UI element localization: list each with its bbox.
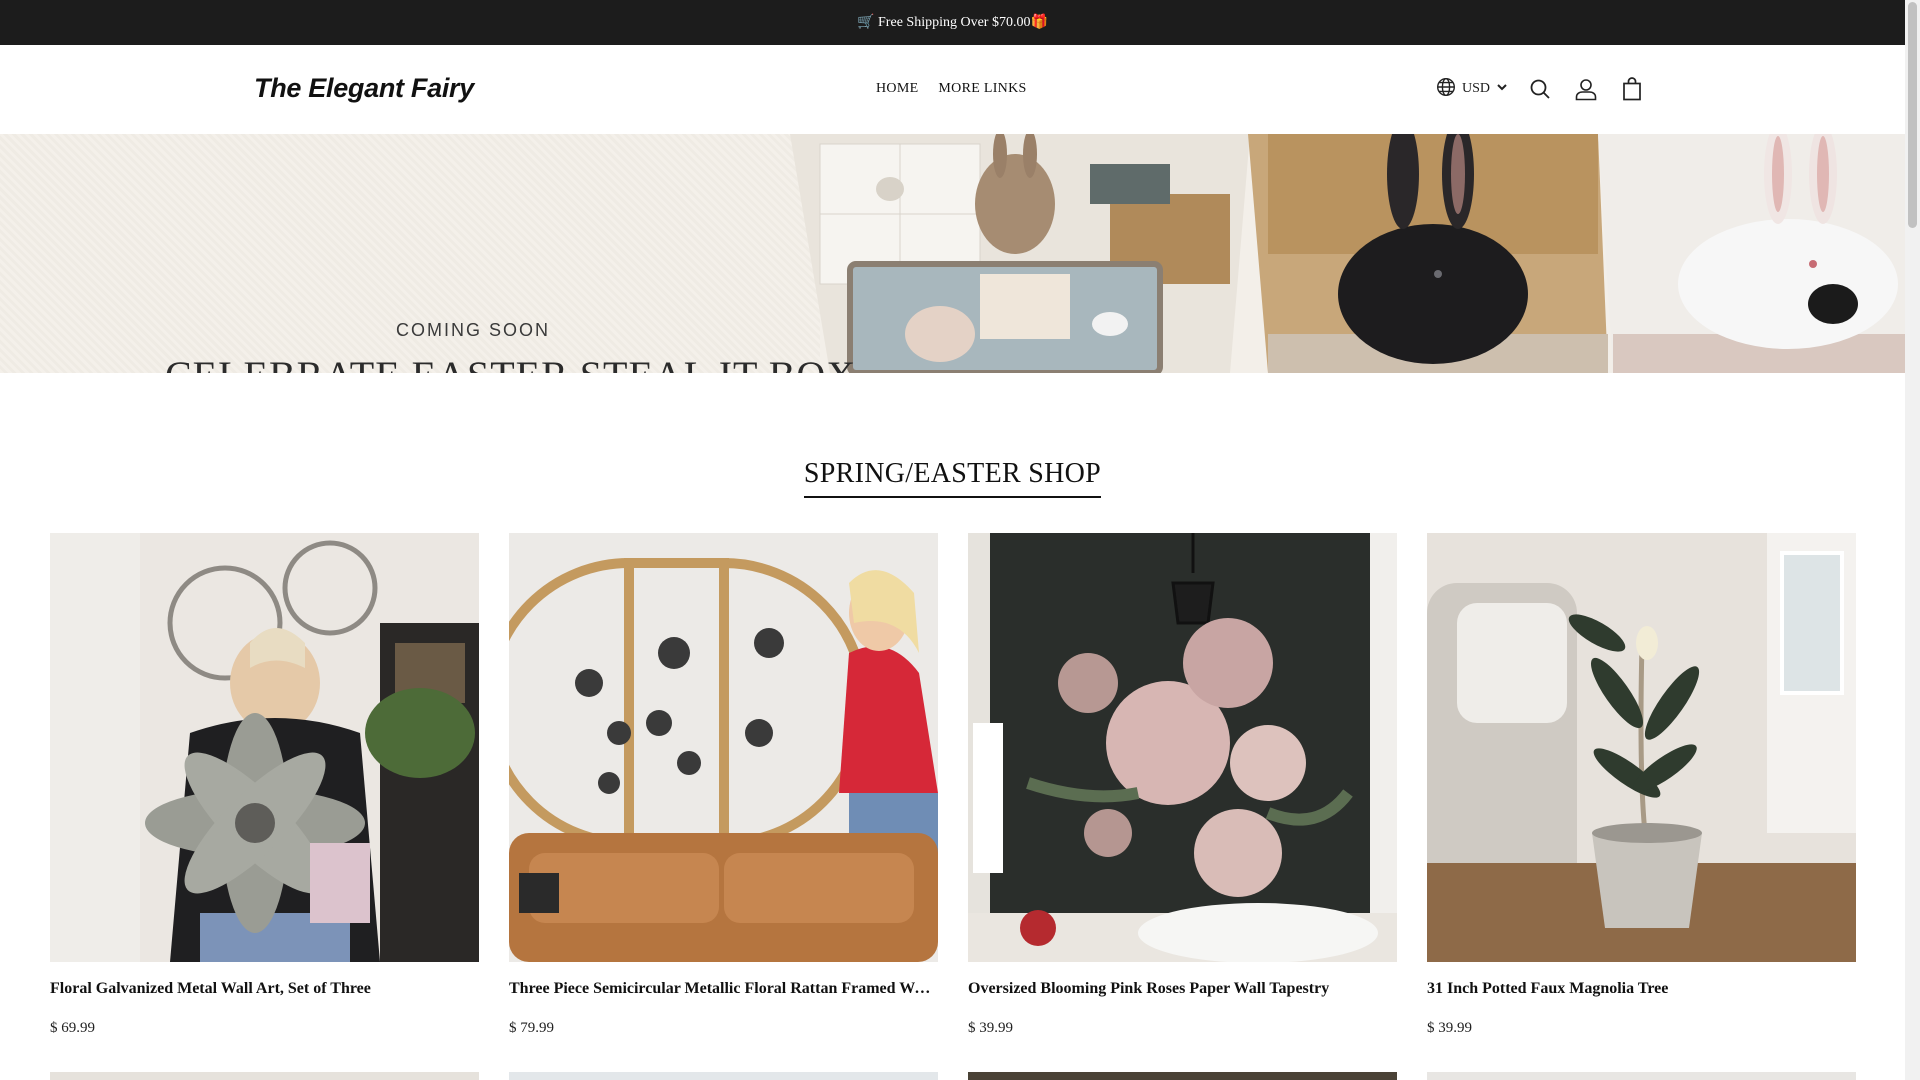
product-image[interactable]: [968, 533, 1397, 962]
page-scrollbar[interactable]: [1905, 0, 1920, 1080]
globe-icon: [1436, 77, 1456, 102]
scrollbar-thumb[interactable]: [1908, 2, 1917, 228]
section-title: SPRING/EASTER SHOP: [803, 458, 1102, 498]
hero-photo-white-rabbit: [1598, 134, 1905, 373]
product-image[interactable]: [1427, 533, 1856, 962]
currency-label: USD: [1462, 81, 1491, 96]
nav-more-links[interactable]: MORE LINKS: [938, 81, 1026, 97]
hero-headline: CELEBRATE EASTER STEAL IT BOX: [165, 352, 856, 373]
main-nav: HOME MORE LINKS: [876, 81, 1027, 97]
nav-home[interactable]: HOME: [876, 81, 918, 97]
product-card[interactable]: 31 Inch Potted Faux Magnolia Tree $ 39.9…: [1427, 533, 1856, 1037]
header-tools: USD: [1436, 75, 1646, 103]
store-logo[interactable]: The Elegant Fairy: [254, 73, 474, 104]
product-card[interactable]: Three Piece Semicircular Metallic Floral…: [509, 533, 938, 1037]
product-card-peek[interactable]: [1427, 1072, 1856, 1080]
currency-selector[interactable]: USD: [1436, 77, 1508, 102]
product-card-peek[interactable]: [968, 1072, 1397, 1080]
hero-photo-shelf-rabbit: [790, 134, 1250, 373]
chevron-down-icon: [1496, 81, 1508, 98]
product-title[interactable]: Floral Galvanized Metal Wall Art, Set of…: [50, 980, 479, 998]
product-title[interactable]: Three Piece Semicircular Metallic Floral…: [509, 980, 938, 998]
account-icon[interactable]: [1572, 75, 1600, 103]
product-card-peek[interactable]: [50, 1072, 479, 1080]
announcement-bar: 🛒 Free Shipping Over $70.00🎁: [0, 0, 1905, 45]
product-price: $ 79.99: [509, 1020, 554, 1036]
product-card[interactable]: Floral Galvanized Metal Wall Art, Set of…: [50, 533, 479, 1037]
product-card-peek[interactable]: [509, 1072, 938, 1080]
hero-banner[interactable]: COMING SOON CELEBRATE EASTER STEAL IT BO…: [0, 134, 1905, 373]
search-icon[interactable]: [1526, 75, 1554, 103]
section-heading: SPRING/EASTER SHOP: [0, 458, 1905, 498]
product-title[interactable]: 31 Inch Potted Faux Magnolia Tree: [1427, 980, 1856, 998]
product-title[interactable]: Oversized Blooming Pink Roses Paper Wall…: [968, 980, 1397, 998]
product-price: $ 69.99: [50, 1020, 95, 1036]
bag-icon[interactable]: [1618, 75, 1646, 103]
hero-photo-black-rabbit: [1248, 134, 1608, 373]
product-image[interactable]: [50, 533, 479, 962]
announcement-text: 🛒 Free Shipping Over $70.00🎁: [857, 15, 1048, 30]
product-price: $ 39.99: [1427, 1020, 1472, 1036]
product-card[interactable]: Oversized Blooming Pink Roses Paper Wall…: [968, 533, 1397, 1037]
product-price: $ 39.99: [968, 1020, 1013, 1036]
site-header: The Elegant Fairy HOME MORE LINKS USD: [0, 45, 1905, 134]
product-image[interactable]: [509, 533, 938, 962]
hero-coming-soon: COMING SOON: [396, 320, 551, 340]
